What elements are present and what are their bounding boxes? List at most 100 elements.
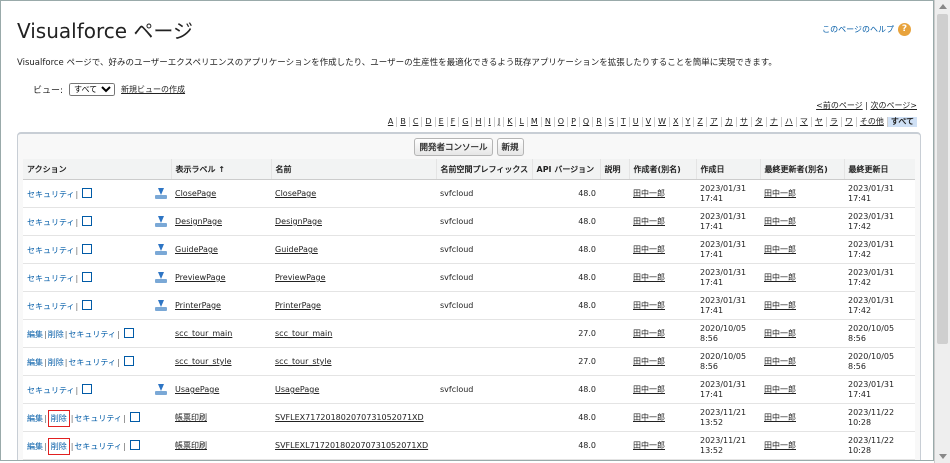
label-link[interactable]: 帳票印刷 — [175, 413, 207, 422]
alpha-filter-item[interactable]: L — [515, 117, 526, 127]
external-link-icon[interactable] — [82, 383, 93, 394]
download-icon[interactable] — [155, 216, 167, 227]
download-icon[interactable] — [155, 300, 167, 311]
help-link-label[interactable]: このページのヘルプ — [822, 24, 894, 35]
name-link[interactable]: ClosePage — [275, 189, 316, 198]
creator-link[interactable]: 田中一郎 — [633, 385, 665, 394]
alpha-filter-item[interactable]: マ — [795, 117, 811, 127]
creator-link[interactable]: 田中一郎 — [633, 217, 665, 226]
delete-link[interactable]: 削除 — [48, 330, 64, 339]
creator-link[interactable]: 田中一郎 — [633, 329, 665, 338]
alpha-filter-item[interactable]: ラ — [825, 117, 841, 127]
alpha-filter-item[interactable]: Q — [578, 117, 592, 127]
edit-link[interactable]: 編集 — [27, 442, 43, 451]
modifier-link[interactable]: 田中一郎 — [764, 217, 796, 226]
column-header[interactable]: 最終更新者(別名) — [759, 159, 844, 180]
security-link[interactable]: セキュリティ — [68, 330, 116, 339]
alpha-filter-item[interactable]: ワ — [840, 117, 856, 127]
modifier-link[interactable]: 田中一郎 — [764, 329, 796, 338]
alpha-filter-item[interactable]: W — [654, 117, 669, 127]
name-link[interactable]: PreviewPage — [275, 273, 326, 282]
new-button[interactable]: 新規 — [496, 138, 524, 156]
alpha-filter-item[interactable]: ハ — [780, 117, 796, 127]
modifier-link[interactable]: 田中一郎 — [764, 189, 796, 198]
prev-page-link[interactable]: <前のページ — [816, 101, 863, 110]
alpha-filter-item[interactable]: T — [616, 117, 629, 127]
creator-link[interactable]: 田中一郎 — [633, 301, 665, 310]
delete-link[interactable]: 削除 — [47, 409, 70, 427]
alpha-filter-item[interactable]: サ — [735, 117, 751, 127]
alpha-filter-item[interactable]: J — [493, 117, 503, 127]
external-link-icon[interactable] — [82, 271, 93, 282]
creator-link[interactable]: 田中一郎 — [633, 273, 665, 282]
external-link-icon[interactable] — [82, 187, 93, 198]
column-header[interactable]: 作成日 — [695, 159, 760, 180]
alpha-filter-item[interactable]: K — [503, 117, 515, 127]
dev-console-button[interactable]: 開発者コンソール — [414, 138, 493, 156]
creator-link[interactable]: 田中一郎 — [633, 357, 665, 366]
alpha-filter-item[interactable]: F — [446, 117, 459, 127]
edit-link[interactable]: 編集 — [27, 358, 43, 367]
creator-link[interactable]: 田中一郎 — [633, 441, 665, 450]
external-link-icon[interactable] — [123, 355, 134, 366]
security-link[interactable]: セキュリティ — [74, 414, 122, 423]
column-header[interactable]: 説明 — [599, 159, 629, 180]
alpha-filter-item[interactable]: ヤ — [810, 117, 826, 127]
security-link[interactable]: セキュリティ — [27, 302, 75, 311]
name-link[interactable]: GuidePage — [275, 245, 318, 254]
edit-link[interactable]: 編集 — [27, 414, 43, 423]
security-link[interactable]: セキュリティ — [27, 246, 75, 255]
label-link[interactable]: scc_tour_style — [175, 357, 232, 366]
alpha-filter-item[interactable]: P — [567, 117, 579, 127]
column-header[interactable]: 表示ラベル ↑ — [170, 159, 271, 180]
alpha-filter-item[interactable]: Z — [693, 117, 705, 127]
column-header[interactable]: 作成者(別名) — [628, 159, 696, 180]
name-link[interactable]: SVFLEX717201802070731052071XD — [275, 413, 424, 422]
delete-link[interactable]: 削除 — [48, 358, 64, 367]
creator-link[interactable]: 田中一郎 — [633, 413, 665, 422]
external-link-icon[interactable] — [82, 243, 93, 254]
alpha-filter-item[interactable]: E — [434, 117, 447, 127]
help-link[interactable]: このページのヘルプ ? — [822, 23, 911, 36]
modifier-link[interactable]: 田中一郎 — [764, 441, 796, 450]
security-link[interactable]: セキュリティ — [27, 386, 75, 395]
creator-link[interactable]: 田中一郎 — [633, 245, 665, 254]
modifier-link[interactable]: 田中一郎 — [764, 301, 796, 310]
security-link[interactable]: セキュリティ — [68, 358, 116, 367]
help-icon[interactable]: ? — [898, 23, 911, 36]
name-link[interactable]: SVFLEXL717201802070731052071XD — [275, 441, 428, 450]
alpha-filter-item[interactable]: B — [396, 117, 409, 127]
alpha-filter-item[interactable]: V — [641, 117, 654, 127]
label-link[interactable]: PreviewPage — [175, 273, 226, 282]
modifier-link[interactable]: 田中一郎 — [764, 357, 796, 366]
column-header[interactable]: 最終更新日 — [843, 159, 915, 180]
alpha-filter-item[interactable]: ナ — [765, 117, 781, 127]
modifier-link[interactable]: 田中一郎 — [764, 273, 796, 282]
external-link-icon[interactable] — [129, 439, 140, 450]
edit-link[interactable]: 編集 — [27, 330, 43, 339]
vertical-scrollbar[interactable] — [934, 0, 950, 463]
alpha-filter-item[interactable]: すべて — [886, 117, 917, 127]
alpha-filter-item[interactable]: O — [553, 117, 567, 127]
modifier-link[interactable]: 田中一郎 — [764, 245, 796, 254]
download-icon[interactable] — [155, 272, 167, 283]
alpha-filter-item[interactable]: I — [484, 117, 493, 127]
security-link[interactable]: セキュリティ — [27, 218, 75, 227]
view-select[interactable]: すべて — [69, 83, 116, 96]
column-header[interactable]: 名前空間プレフィックス — [435, 159, 532, 180]
next-page-link[interactable]: 次のページ> — [870, 101, 917, 110]
security-link[interactable]: セキュリティ — [27, 190, 75, 199]
label-link[interactable]: DesignPage — [175, 217, 222, 226]
column-header[interactable]: 名前 — [270, 159, 436, 180]
external-link-icon[interactable] — [82, 299, 93, 310]
column-header[interactable]: アクション — [23, 159, 171, 180]
alpha-filter-item[interactable]: N — [540, 117, 554, 127]
alpha-filter-item[interactable]: H — [471, 117, 484, 127]
download-icon[interactable] — [155, 244, 167, 255]
alpha-filter-item[interactable]: G — [458, 117, 471, 127]
security-link[interactable]: セキュリティ — [27, 274, 75, 283]
name-link[interactable]: DesignPage — [275, 217, 322, 226]
label-link[interactable]: GuidePage — [175, 245, 218, 254]
alpha-filter-item[interactable]: その他 — [855, 117, 887, 127]
creator-link[interactable]: 田中一郎 — [633, 189, 665, 198]
